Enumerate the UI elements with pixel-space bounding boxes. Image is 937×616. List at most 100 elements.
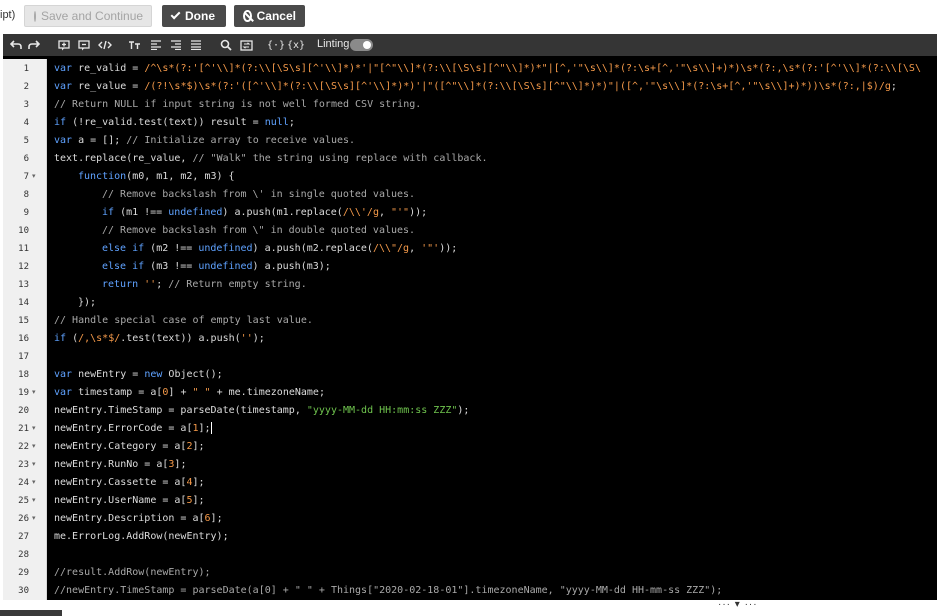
code-token: ] + <box>168 387 193 398</box>
save-and-continue-button[interactable]: Save and Continue <box>24 5 152 27</box>
code-token: newEntry.Category = a[ <box>54 441 187 452</box>
code-token: re_valid = <box>78 63 145 74</box>
code-token: timestamp = a[ <box>78 387 163 398</box>
code-token: )); <box>409 207 428 218</box>
fold-arrow-icon[interactable]: ▾ <box>32 438 40 456</box>
fold-arrow-icon[interactable]: ▾ <box>32 384 40 402</box>
align-right-icon[interactable] <box>169 37 183 53</box>
fold-arrow-icon[interactable]: ▾ <box>32 492 40 510</box>
code-token: re_value = <box>78 81 145 92</box>
braces-var-icon[interactable]: {x} <box>287 37 305 53</box>
code-token: var <box>54 63 79 74</box>
line-number: 3 <box>23 100 29 110</box>
line-number: 21 <box>18 424 29 434</box>
fold-arrow-icon[interactable]: ▾ <box>32 420 40 438</box>
search-icon[interactable] <box>219 37 233 53</box>
line-number: 10 <box>18 226 29 236</box>
code-line: me.ErrorLog.AddRow(newEntry); <box>54 528 229 546</box>
code-token: "yyyy-MM-dd HH:mm:ss ZZZ" <box>306 405 458 416</box>
code-token: ]; <box>174 459 187 470</box>
line-number: 25 <box>18 496 29 506</box>
comment-icon[interactable] <box>57 37 71 53</box>
line-number: 13 <box>18 280 29 290</box>
code-token: /,\s*$/ <box>78 333 121 344</box>
code-line: //newEntry.TimeStamp = parseDate(a[0] + … <box>54 582 722 600</box>
code-token: /\\"/g <box>372 243 410 254</box>
undo-icon[interactable] <box>9 37 23 53</box>
code-token: // Return empty string. <box>168 279 307 290</box>
done-button[interactable]: Done <box>162 5 226 27</box>
code-editor[interactable]: {·} {x} Linting 1 2 3 4 5 6 7 ▾ 8 9 10 11 12 13 14 15 16… <box>3 34 937 600</box>
code-token: /^\s*(?:'[^'\\]*(?:\\[\S\s][^'\\]*)*'|"[… <box>144 63 921 74</box>
line-number: 28 <box>18 550 29 560</box>
code-line: // Return NULL if input string is not we… <box>54 96 421 114</box>
code-token: ]; <box>192 441 205 452</box>
code-token: text.replace(re_value, <box>54 153 193 164</box>
code-token: ) a.push(m1.replace( <box>222 207 343 218</box>
code-token: newEntry.ErrorCode = a[ <box>54 423 193 434</box>
cancel-label: Cancel <box>256 9 296 23</box>
code-token: ) a.push(m2.replace( <box>252 243 373 254</box>
line-number: 23 <box>18 460 29 470</box>
resize-handle[interactable]: ··· ▾ ··· <box>718 599 758 610</box>
code-token: if <box>54 333 73 344</box>
action-bar: ipt) Save and Continue Done Cancel <box>0 0 937 33</box>
fold-arrow-icon[interactable]: ▾ <box>32 456 40 474</box>
code-line: if (m1 !== undefined) a.push(m1.replace(… <box>102 204 427 222</box>
code-token: (!re_valid.test(text)) result = <box>72 117 265 128</box>
code-token: ); <box>252 333 265 344</box>
code-token: '' <box>144 279 157 290</box>
line-number: 20 <box>18 406 29 416</box>
text-cursor <box>210 422 212 434</box>
fold-arrow-icon[interactable]: ▾ <box>32 168 40 186</box>
code-token: " " <box>192 387 211 398</box>
bottom-tab[interactable] <box>0 610 62 616</box>
code-line: }); <box>78 294 96 312</box>
redo-icon[interactable] <box>27 37 41 53</box>
fold-arrow-icon[interactable]: ▾ <box>32 474 40 492</box>
line-number: 8 <box>23 190 29 200</box>
toggle-knob <box>363 41 371 49</box>
code-token: //result.AddRow(newEntry); <box>54 567 211 578</box>
breadcrumb: ipt) <box>0 9 16 21</box>
cancel-button[interactable]: Cancel <box>234 5 305 27</box>
code-token: + me.timezoneName; <box>210 387 325 398</box>
code-line: newEntry.Description = a[6]; <box>54 510 223 528</box>
line-number: 9 <box>23 208 29 218</box>
code-token: else if <box>102 243 151 254</box>
line-number: 14 <box>18 298 29 308</box>
code-token: , <box>409 243 422 254</box>
code-token: (m2 !== <box>150 243 199 254</box>
code-line: var re_valid = /^\s*(?:'[^'\\]*(?:\\[\S\… <box>54 60 921 78</box>
save-and-continue-label: Save and Continue <box>41 9 144 23</box>
linting-toggle[interactable] <box>350 39 373 51</box>
code-token: null <box>264 117 289 128</box>
line-number: 19 <box>18 388 29 398</box>
text-size-icon[interactable] <box>127 37 141 53</box>
code-line: var re_value = /(?!\s*$)\s*(?:'([^'\\]*(… <box>54 78 897 96</box>
code-line: // Remove backslash from \' in single qu… <box>102 186 415 204</box>
replace-icon[interactable] <box>239 37 253 53</box>
justify-icon[interactable] <box>189 37 203 53</box>
code-line: newEntry.ErrorCode = a[1]; <box>54 420 212 438</box>
code-area[interactable]: var re_valid = /^\s*(?:'[^'\\]*(?:\\[\S\… <box>51 59 937 600</box>
braces-icon[interactable]: {·} <box>267 37 285 53</box>
code-line: // Remove backslash from \" in double qu… <box>102 222 415 240</box>
code-token: newEntry.Description = a[ <box>54 513 205 524</box>
line-number: 30 <box>18 586 29 596</box>
code-token: new <box>144 369 169 380</box>
uncomment-icon[interactable] <box>77 37 91 53</box>
code-line: newEntry.Cassette = a[4]; <box>54 474 205 492</box>
fold-arrow-icon[interactable]: ▾ <box>32 510 40 528</box>
code-token: newEntry = <box>78 369 145 380</box>
code-token: var <box>54 135 79 146</box>
code-token: )); <box>439 243 458 254</box>
code-token: (m0, m1, m2, m3) { <box>126 171 235 182</box>
code-token: //newEntry.TimeStamp = parseDate(a[0] + … <box>54 585 723 596</box>
code-token: // Return NULL if input string is not we… <box>54 99 422 110</box>
code-token: '"' <box>421 243 440 254</box>
code-token: undefined <box>198 243 253 254</box>
code-icon[interactable] <box>97 37 113 53</box>
align-left-icon[interactable] <box>149 37 163 53</box>
code-token: "'" <box>391 207 410 218</box>
